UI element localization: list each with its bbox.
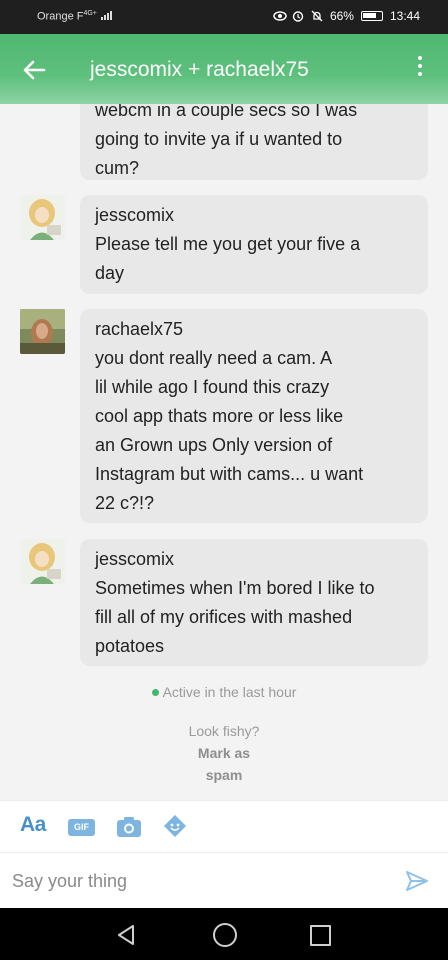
- avatar-rachaelx75[interactable]: [20, 309, 65, 354]
- back-button[interactable]: [20, 56, 48, 84]
- message-line: potatoes: [95, 636, 165, 656]
- message-line: fill all of my orifices with mashed: [95, 607, 353, 627]
- send-button[interactable]: [406, 871, 428, 891]
- camera-button[interactable]: [116, 816, 142, 838]
- message-line: Please tell me you get your five a: [95, 234, 361, 254]
- message-line: an Grown ups Only version of: [95, 435, 333, 455]
- message-bubble: webcm in a couple secs so I was going to…: [80, 104, 428, 180]
- conversation-title: jesscomix + rachaelx75: [90, 58, 309, 81]
- send-icon: [406, 871, 428, 891]
- more-dot: [418, 64, 422, 68]
- mark-as-spam-line2: spam: [205, 767, 243, 783]
- message-input[interactable]: Say your thing: [12, 871, 127, 892]
- eye-icon: [273, 10, 287, 22]
- message-text: Please tell me you get your five a day: [95, 230, 413, 288]
- message-line: 22 c?!?: [95, 493, 155, 513]
- message-bubble: rachaelx75 you dont really need a cam. A…: [80, 309, 428, 523]
- back-arrow-icon: [23, 60, 46, 80]
- message-line: you dont really need a cam. A: [95, 348, 333, 368]
- alarm-icon: [292, 10, 304, 22]
- mark-as-spam-link[interactable]: Mark as spam: [0, 742, 448, 786]
- sticker-icon: [164, 815, 186, 837]
- activity-status: Active in the last hour: [0, 684, 448, 700]
- battery-percent: 66%: [329, 9, 354, 23]
- message-text: webcm in a couple secs so I was going to…: [95, 104, 413, 183]
- message-sender[interactable]: jesscomix: [95, 549, 413, 570]
- more-options-button[interactable]: [416, 56, 424, 82]
- online-dot-icon: [151, 688, 159, 696]
- message-sender[interactable]: jesscomix: [95, 205, 413, 226]
- compose-bar: Say your thing: [0, 852, 448, 909]
- system-nav-bar: [0, 908, 448, 960]
- report-section: Look fishy? Mark as spam: [0, 720, 448, 786]
- mute-bell-icon: [311, 10, 323, 22]
- battery-icon: [360, 11, 383, 21]
- message-line: webcm in a couple secs so I was: [95, 104, 358, 120]
- message-line: going to invite ya if u wanted to: [95, 129, 343, 149]
- avatar-rachaelx75-image: [20, 309, 65, 354]
- status-icons: 66% 13:44: [273, 9, 420, 23]
- nav-back-icon: [118, 925, 134, 945]
- camera-icon: [117, 817, 141, 837]
- carrier-label: Orange F4G+: [37, 10, 115, 23]
- message-line: Instagram but with cams... u want: [95, 464, 364, 484]
- activity-status-text: Active in the last hour: [162, 684, 297, 700]
- message-line: Sometimes when I'm bored I like to: [95, 578, 375, 598]
- avatar-jesscomix[interactable]: [20, 539, 65, 584]
- nav-recents-button[interactable]: [310, 925, 331, 946]
- avatar-jesscomix[interactable]: [20, 195, 65, 240]
- text-style-button[interactable]: Aa: [20, 813, 46, 837]
- message-text: you dont really need a cam. A lil while …: [95, 344, 413, 518]
- network-type: 4G+: [83, 10, 97, 17]
- more-dot: [418, 72, 422, 76]
- message-sender[interactable]: rachaelx75: [95, 319, 413, 340]
- conversation-header: jesscomix + rachaelx75: [0, 34, 448, 104]
- status-bar: Orange F4G+ 66% 13:44: [0, 0, 448, 34]
- nav-home-button[interactable]: [213, 923, 237, 947]
- report-prompt: Look fishy?: [188, 723, 260, 739]
- gif-button[interactable]: GIF: [68, 819, 95, 836]
- signal-icon: [100, 10, 115, 23]
- message-line: day: [95, 263, 125, 283]
- message-line: cool app thats more or less like: [95, 406, 344, 426]
- sticker-button[interactable]: [162, 813, 188, 839]
- mark-as-spam-line1: Mark as: [197, 745, 251, 761]
- message-line: lil while ago I found this crazy: [95, 377, 330, 397]
- message-list[interactable]: webcm in a couple secs so I was going to…: [0, 104, 448, 800]
- compose-toolbar: Aa GIF: [0, 800, 448, 853]
- avatar-jesscomix-image: [20, 195, 65, 240]
- message-bubble: jesscomix Sometimes when I'm bored I lik…: [80, 539, 428, 666]
- message-text: Sometimes when I'm bored I like to fill …: [95, 574, 413, 661]
- message-line: cum?: [95, 158, 140, 178]
- clock: 13:44: [389, 9, 420, 23]
- carrier-name: Orange F: [37, 10, 84, 23]
- nav-back-button[interactable]: [116, 924, 136, 946]
- avatar-jesscomix-image: [20, 539, 65, 584]
- message-bubble: jesscomix Please tell me you get your fi…: [80, 195, 428, 294]
- more-dot: [418, 56, 422, 60]
